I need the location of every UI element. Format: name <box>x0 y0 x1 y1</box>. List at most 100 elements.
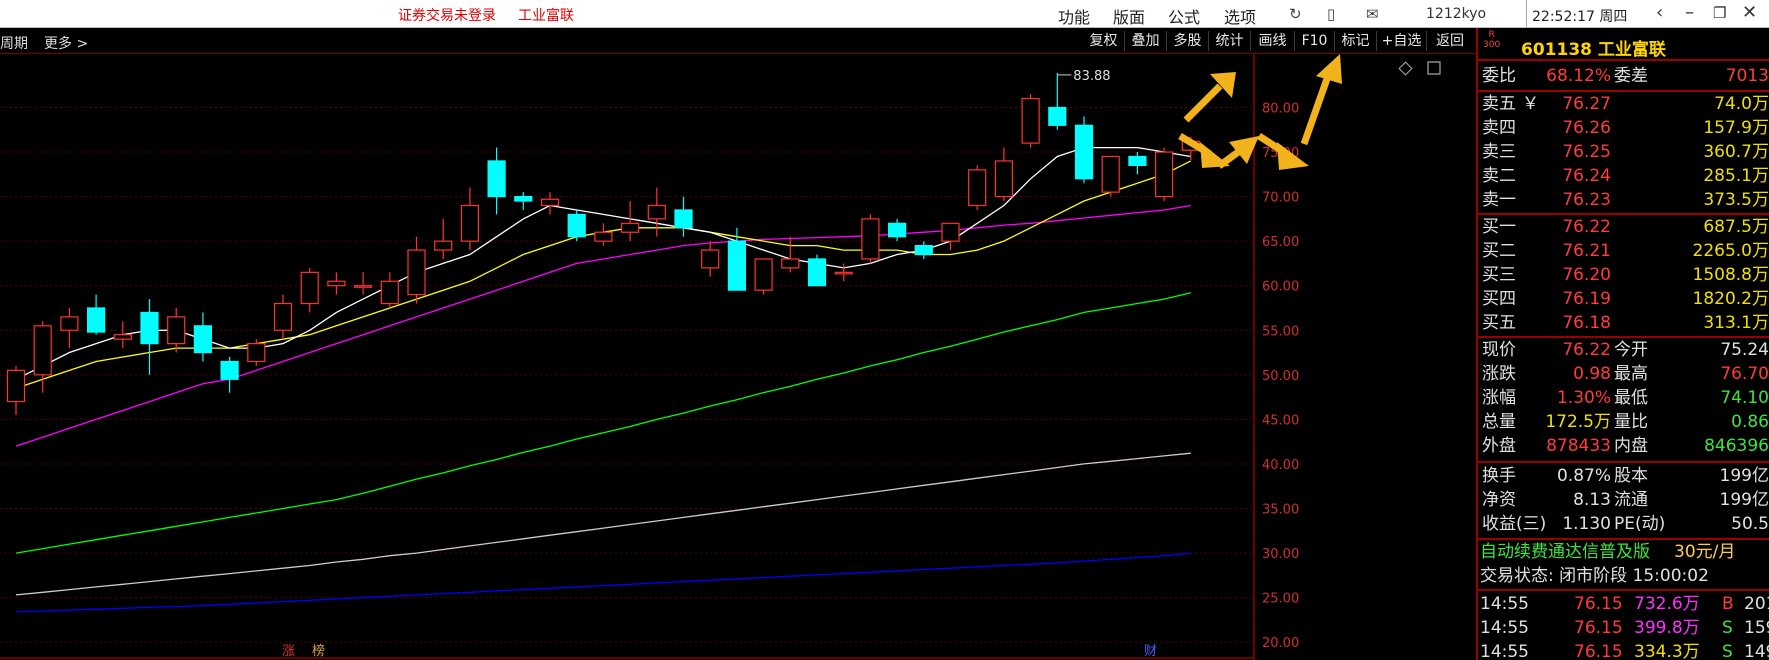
ask-row: 卖三 76.25 360.7万 <box>1478 140 1769 164</box>
bid-volume: 687.5万 <box>1703 217 1769 237</box>
menu-layout[interactable]: 版面 <box>1113 4 1145 28</box>
stat-label: 股本 <box>1614 466 1648 486</box>
btn-draw-line[interactable]: 画线 <box>1251 31 1295 51</box>
stat-label: PE(动) <box>1614 514 1666 534</box>
phone-icon[interactable]: ▯ <box>1327 5 1335 23</box>
tick-volume: 732.6万 <box>1634 594 1700 614</box>
btn-multi-stock[interactable]: 多股 <box>1167 31 1209 51</box>
stat-row: 外盘 878433 内盘 846396 <box>1478 434 1769 458</box>
back-icon[interactable]: ‹ <box>1656 2 1663 23</box>
event-marker: 榜 <box>312 643 325 659</box>
tick-price: 76.15 <box>1574 642 1623 660</box>
bid-price: 76.19 <box>1562 289 1611 309</box>
stat-label: 最高 <box>1614 364 1648 384</box>
bid-volume: 1508.8万 <box>1692 265 1769 285</box>
up-candle <box>754 258 773 291</box>
up-candle <box>6 369 26 403</box>
y-tick-label: 50.00 <box>1262 369 1299 384</box>
up-candle <box>647 204 666 220</box>
up-candle <box>834 271 853 275</box>
annotation-arrow <box>1183 72 1236 123</box>
down-candle <box>140 311 159 345</box>
btn-statistics[interactable]: 统计 <box>1209 31 1251 51</box>
stat-label: 涨幅 <box>1482 388 1516 408</box>
bid-row: 买二 76.21 2265.0万 <box>1478 239 1769 263</box>
tick-price: 76.15 <box>1574 594 1623 614</box>
stat-value: 74.10 <box>1720 388 1769 408</box>
tick-row: 14:55 76.15 732.6万 B 201 <box>1478 592 1769 616</box>
stat-label: 今开 <box>1614 340 1648 360</box>
stat-label: 涨跌 <box>1482 364 1516 384</box>
ask-label: 卖一 <box>1482 190 1516 210</box>
quote-header: R 300 601138 工业富联 <box>1478 28 1769 61</box>
title-stock-name: 工业富联 <box>518 8 574 24</box>
y-tick-label: 25.00 <box>1262 592 1299 607</box>
minimize-icon[interactable]: – <box>1685 2 1694 23</box>
up-candle <box>247 343 266 363</box>
down-candle <box>86 307 106 333</box>
ask-label: 卖三 <box>1482 142 1516 162</box>
stat-value: 75.24 <box>1720 340 1769 360</box>
stat-value: 172.5万 <box>1545 412 1611 432</box>
up-candle <box>300 271 319 305</box>
btn-add-watchlist[interactable]: +自选 <box>1377 31 1427 51</box>
tick-price: 76.15 <box>1574 618 1623 638</box>
tick-volume: 334.3万 <box>1634 642 1700 660</box>
down-candle <box>1048 106 1067 126</box>
btn-f10[interactable]: F10 <box>1295 31 1335 51</box>
up-candle <box>460 204 479 242</box>
up-candle <box>1154 151 1174 198</box>
stat-label: 收益(三) <box>1482 514 1547 534</box>
down-candle <box>220 360 239 380</box>
down-candle <box>807 258 827 287</box>
down-candle <box>887 222 907 238</box>
ask-row: 卖二 76.24 285.1万 <box>1478 164 1769 188</box>
stat-value: 76.22 <box>1562 340 1611 360</box>
bid-label: 买二 <box>1482 241 1516 261</box>
ask-price: 76.23 <box>1562 190 1611 210</box>
btn-mark[interactable]: 标记 <box>1335 31 1377 51</box>
username[interactable]: 1212kyo <box>1426 6 1486 22</box>
mail-icon[interactable]: ✉ <box>1366 5 1379 23</box>
menu-options[interactable]: 选项 <box>1224 4 1256 28</box>
panel-toggle-icon <box>1427 61 1441 75</box>
bid-price: 76.21 <box>1562 241 1611 261</box>
trade-status: 交易状态: 闭市阶段 15:00:02 <box>1480 566 1709 586</box>
up-candle <box>434 240 453 251</box>
stat-label: 最低 <box>1614 388 1648 408</box>
stat-row: 总量 172.5万 量比 0.86 <box>1478 410 1769 434</box>
tick-count: 149 <box>1744 642 1769 660</box>
refresh-icon[interactable]: ↻ <box>1289 5 1302 23</box>
ask-price: 76.27 <box>1562 94 1611 114</box>
up-candle <box>1101 155 1120 193</box>
bid-label: 买四 <box>1482 289 1516 309</box>
stat-label: 内盘 <box>1614 436 1648 456</box>
promo-banner[interactable]: 自动续费通达信普及版 30元/月 <box>1478 540 1769 564</box>
y-tick-label: 30.00 <box>1262 547 1299 562</box>
btn-overlay[interactable]: 叠加 <box>1125 31 1167 51</box>
close-icon[interactable]: ✕ <box>1742 2 1757 23</box>
divider <box>1478 461 1769 463</box>
bid-row: 买四 76.19 1820.2万 <box>1478 287 1769 311</box>
menu-formula[interactable]: 公式 <box>1168 4 1200 28</box>
y-tick-label: 35.00 <box>1262 503 1299 518</box>
y-tick-label: 40.00 <box>1262 458 1299 473</box>
stock-code: 601138 工业富联 <box>1521 40 1666 60</box>
stat-value: 8.13 <box>1573 490 1611 510</box>
up-candle <box>380 280 399 305</box>
btn-back[interactable]: 返回 <box>1427 31 1473 51</box>
tick-side: S <box>1722 642 1733 660</box>
stat-value: 50.5 <box>1731 514 1769 534</box>
restore-icon[interactable]: ❐ <box>1713 4 1726 22</box>
period-selector[interactable]: 周期 <box>0 33 28 53</box>
login-warning[interactable]: 证券交易未登录 <box>398 5 496 25</box>
stat-value: 878433 <box>1546 436 1611 456</box>
ask-row: 卖四 76.26 157.9万 <box>1478 116 1769 140</box>
stat-label: 现价 <box>1482 340 1516 360</box>
more-menu[interactable]: 更多 > <box>44 33 88 53</box>
btn-rights[interactable]: 复权 <box>1083 31 1125 51</box>
clock: 22:52:17 周四 <box>1532 9 1628 25</box>
menu-function[interactable]: 功能 <box>1058 4 1090 28</box>
up-candle <box>327 280 346 287</box>
y-tick-label: 20.00 <box>1262 636 1299 651</box>
